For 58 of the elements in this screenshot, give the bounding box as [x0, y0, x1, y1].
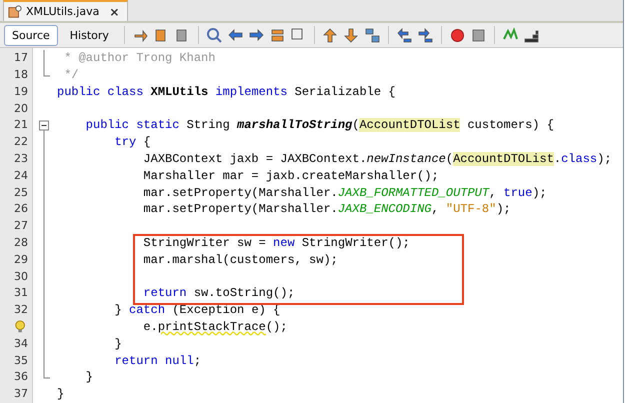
- up-arrow-icon[interactable]: [322, 26, 339, 44]
- line-number: 25: [14, 184, 28, 201]
- code-line: StringWriter sw = new StringWriter();: [142, 235, 411, 252]
- file-name: XMLUtils.java: [26, 5, 100, 18]
- code-line: mar.setProperty(Marshaller.JAXB_ENCODING, "UTF-8");: [142, 201, 512, 218]
- lightbulb-icon[interactable]: [14, 320, 28, 334]
- code-line: }: [84, 369, 94, 386]
- code-line: */: [63, 67, 80, 84]
- line-number: 26: [14, 201, 28, 218]
- line-number: 24: [14, 168, 28, 184]
- fold-end: [43, 67, 51, 78]
- code-line: public class XMLUtils implements Serializable {: [57, 84, 396, 101]
- line-number: 17: [14, 50, 28, 66]
- view-tab[interactable]: Source: [4, 24, 58, 46]
- line-number: 37: [14, 386, 28, 402]
- right-arrow-icon[interactable]: [248, 26, 265, 44]
- line-number: 31: [14, 285, 28, 302]
- stack-icon[interactable]: [268, 26, 286, 44]
- code-line: JAXBContext jaxb = JAXBContext.newInstance(AccountDTOList.class);: [142, 151, 613, 168]
- record-icon[interactable]: [448, 26, 466, 44]
- line-number: 27: [14, 218, 28, 234]
- line-number: 34: [14, 336, 28, 352]
- line-number: 32: [14, 302, 28, 318]
- code-line: }: [114, 336, 123, 353]
- line-number: 35: [14, 352, 28, 369]
- search-icon[interactable]: [206, 26, 223, 44]
- code-line: * @author Trong Khanh: [63, 50, 216, 68]
- code-line: }: [57, 386, 66, 403]
- line-number: 18: [14, 67, 28, 84]
- line-number: 22: [14, 134, 28, 150]
- line-number: 19: [14, 84, 28, 100]
- shift-left-icon[interactable]: [396, 26, 413, 44]
- stop-icon[interactable]: [470, 26, 487, 44]
- file-icon: [8, 4, 22, 19]
- code-line: public static String marshallToString(AccountDTOList customers) {: [84, 117, 555, 134]
- line-number: 36: [14, 369, 28, 386]
- line-number: 29: [14, 252, 28, 268]
- code-line: return null;: [114, 352, 202, 370]
- shift-right-icon[interactable]: [416, 26, 434, 44]
- line-number: 23: [14, 151, 28, 168]
- code-line: mar.marshal(customers, sw);: [142, 252, 339, 269]
- code-line: Marshaller mar = jaxb.createMarshaller();: [142, 168, 440, 185]
- down-arrow-icon[interactable]: [342, 26, 360, 44]
- line-number: 28: [14, 235, 28, 252]
- line-number: 21: [14, 117, 28, 134]
- shapes-icon[interactable]: [364, 26, 381, 44]
- view-tab[interactable]: History: [62, 24, 117, 46]
- code-line: try {: [114, 134, 152, 152]
- close-button[interactable]: ×: [109, 4, 120, 19]
- code-line: mar.setProperty(Marshaller.JAXB_FORMATTED_OUTPUT, true);: [142, 184, 548, 202]
- left-arrow-icon[interactable]: [226, 26, 244, 44]
- fold-end: [43, 369, 51, 380]
- line-number: 30: [14, 268, 28, 285]
- code-line: e.printStackTrace();: [142, 319, 288, 336]
- fold-line: [43, 50, 45, 68]
- code-line: return sw.toString();: [142, 285, 296, 302]
- line-number: 20: [14, 100, 28, 117]
- file-tab[interactable]: XMLUtils.java ×: [3, 0, 128, 22]
